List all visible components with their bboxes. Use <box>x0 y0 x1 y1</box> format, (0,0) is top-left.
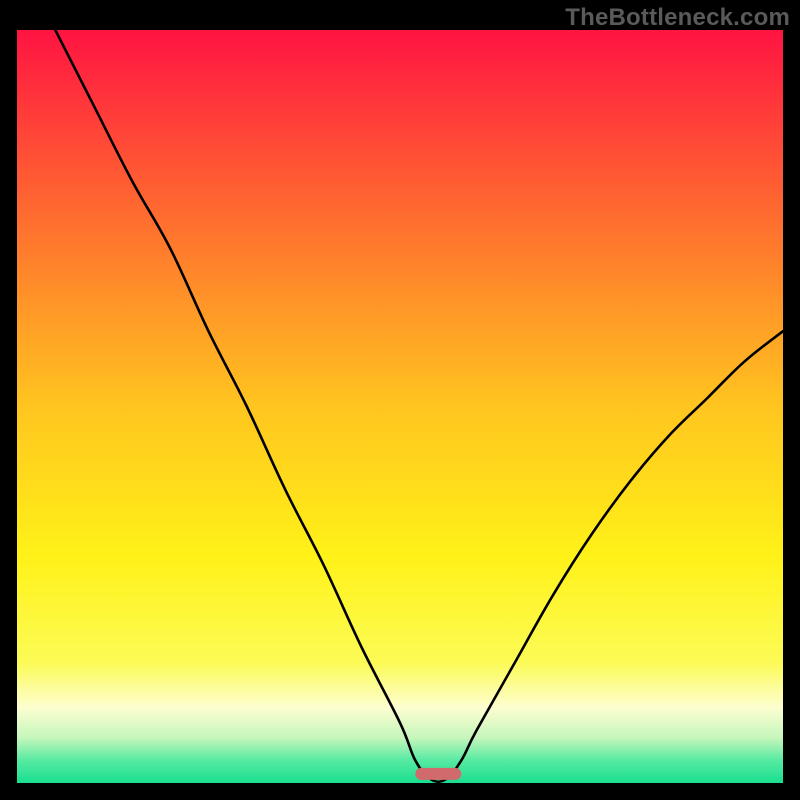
chart-container: TheBottleneck.com <box>0 0 800 800</box>
plot-background <box>17 30 783 783</box>
bottleneck-curve-plot <box>17 30 783 783</box>
watermark-text: TheBottleneck.com <box>565 4 790 32</box>
bottleneck-marker <box>415 768 461 780</box>
